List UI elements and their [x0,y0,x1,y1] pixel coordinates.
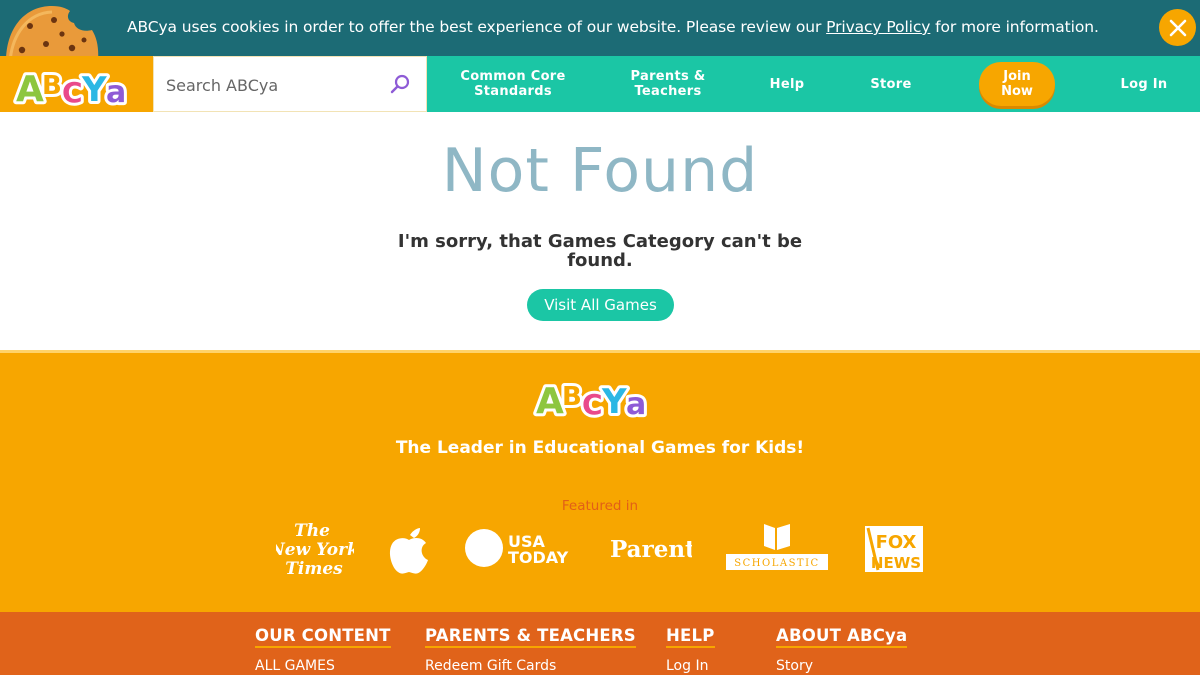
nav-common-core-label: Common Core Standards [460,69,565,99]
svg-text:Y: Y [81,70,107,110]
featured-in-label: Featured in [561,498,639,514]
privacy-policy-link[interactable]: Privacy Policy [826,18,930,36]
nav-login[interactable]: Log In [1110,56,1178,112]
svg-text:C: C [582,388,603,421]
footer-column-help: HELP Log In [666,626,715,674]
footer-link-story[interactable]: Story [776,658,907,674]
svg-text:A: A [536,381,564,422]
fox-news-logo: FOX NEWS [864,518,924,578]
svg-text:TODAY: TODAY [508,548,569,567]
footer-column-our-content: OUR CONTENT ALL GAMES [255,626,391,674]
cookie-icon [2,4,100,58]
cookie-text-before: ABCya uses cookies in order to offer the… [127,18,827,36]
footer-brand-section: A B C Y a The Leader in Educational Game… [0,350,1200,612]
nav-store-label: Store [870,76,912,92]
nav-help-label: Help [769,76,805,92]
abcya-logo-icon: A B C Y a [13,66,129,113]
nyt-logo: The New York Times [268,518,359,582]
footer-heading-help[interactable]: HELP [666,626,715,648]
nav-parents-line2: Teachers [634,84,702,99]
visit-all-games-button[interactable]: Visit All Games [527,289,674,321]
svg-text:The: The [294,521,330,541]
join-line1: Join [1003,69,1031,84]
svg-text:a: a [106,75,126,110]
footer-links-section: OUR CONTENT ALL GAMES PARENTS & TEACHERS… [0,612,1200,675]
svg-text:Parents: Parents [610,536,692,563]
nav-login-label: Log In [1120,76,1168,92]
cookie-banner: ABCya uses cookies in order to offer the… [0,0,1200,58]
abcya-logo-icon: A B C Y a [533,378,649,425]
svg-text:C: C [62,76,83,109]
parents-logo: Parents [608,518,709,578]
nav-common-core-standards[interactable]: Common Core Standards [443,56,583,112]
footer-heading-about[interactable]: ABOUT ABCya [776,626,908,648]
search-icon[interactable] [388,72,412,96]
svg-text:a: a [626,387,646,422]
svg-text:SCHOLASTIC: SCHOLASTIC [734,558,819,569]
nav-common-core-line2: Standards [474,84,552,99]
scholastic-logo: SCHOLASTIC [724,518,830,578]
svg-text:Y: Y [601,382,627,422]
nav-parents-line1: Parents & [630,69,706,84]
join-line2: Now [1001,84,1033,99]
search-input[interactable] [166,72,376,98]
search-box [153,56,427,112]
abcya-logo[interactable]: A B C Y a [0,56,153,113]
svg-text:New York: New York [276,540,354,560]
apple-logo [386,518,432,578]
join-now-button[interactable]: Join Now [979,62,1055,106]
cookie-text-after: for more information. [930,18,1099,36]
svg-text:B: B [42,71,62,101]
nav-common-core-line1: Common Core [460,69,566,84]
error-message: I'm sorry, that Games Category can't be … [397,231,803,271]
main-nav: A B C Y a Common CoreStandards Parents &… [0,56,1200,113]
footer-column-parents-teachers: PARENTS & TEACHERS Redeem Gift Cards [425,626,636,674]
svg-text:A: A [16,69,44,110]
footer-link-log-in[interactable]: Log In [666,658,715,674]
footer-column-about: ABOUT ABCya Story [776,626,908,674]
footer-link-redeem-gift-cards[interactable]: Redeem Gift Cards [425,658,636,674]
join-now-label: Join Now [1001,69,1033,99]
nav-help[interactable]: Help [755,56,819,112]
svg-text:FOX: FOX [876,532,917,553]
nav-parents-label: Parents & Teachers [631,69,706,99]
cookie-message: ABCya uses cookies in order to offer the… [127,18,1099,36]
close-cookie-button[interactable] [1159,9,1196,46]
page-title: Not Found [441,136,759,206]
footer-heading-our-content[interactable]: OUR CONTENT [255,626,391,648]
footer-heading-parents-teachers[interactable]: PARENTS & TEACHERS [425,626,636,648]
svg-text:Times: Times [285,559,343,579]
nav-parents-teachers[interactable]: Parents & Teachers [608,56,728,112]
footer-tagline: The Leader in Educational Games for Kids… [395,438,805,458]
nav-store[interactable]: Store [858,56,924,112]
svg-text:B: B [562,382,582,412]
footer-link-all-games[interactable]: ALL GAMES [255,658,391,674]
footer-abcya-logo[interactable]: A B C Y a [532,371,668,425]
close-icon [1169,19,1186,36]
usa-today-logo: USA TODAY [464,518,574,578]
